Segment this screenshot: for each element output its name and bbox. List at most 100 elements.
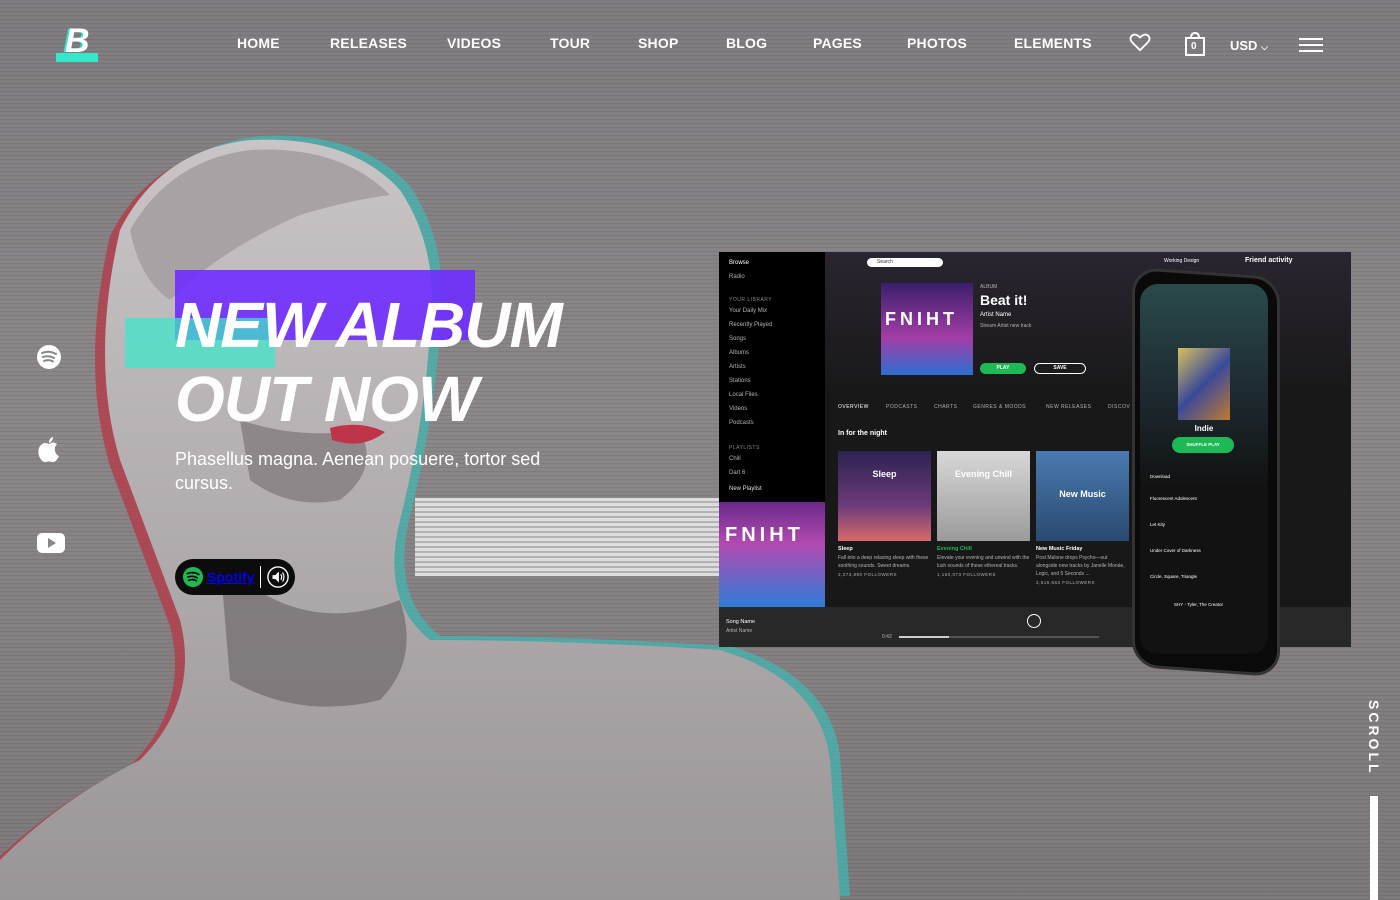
spotify-logo-icon (183, 567, 203, 587)
apple-icon[interactable] (37, 436, 61, 464)
scroll-line (1370, 796, 1378, 900)
nav-elements[interactable]: ELEMENTS (1014, 35, 1092, 51)
sidebar-item: Chill (729, 456, 741, 462)
card-image-label: Evening Chill (954, 469, 1012, 479)
sidebar-heading: PLAYLISTS (729, 445, 760, 451)
playlist-card: Sleep Sleep Fall into a deep relaxing sl… (838, 451, 931, 577)
player-progress (899, 636, 1099, 638)
sidebar-item: Stations (729, 378, 751, 384)
phone-now-playing: SHY - Tyler, The Creator (1174, 602, 1224, 607)
hero-title-line2: OUT NOW (175, 363, 478, 435)
playlist-card: Evening Chill Evening Chill Elevate your… (937, 451, 1030, 577)
album-play-button: PLAY (980, 363, 1026, 374)
sidebar-heading: YOUR LIBRARY (729, 297, 773, 303)
tab-overview: OVERVIEW (838, 404, 869, 410)
site-logo[interactable]: B (56, 22, 98, 62)
sidebar-item: Songs (729, 336, 747, 342)
card-followers: 1,160,073 FOLLOWERS (937, 572, 997, 577)
nav-tour[interactable]: TOUR (550, 35, 590, 51)
card-description: Fall into a deep relaxing sleep with the… (838, 555, 929, 569)
card-followers: 2,273,890 FOLLOWERS (838, 572, 898, 577)
sidebar-item: Artists (729, 364, 746, 370)
card-followers: 2,515,663 FOLLOWERS (1036, 580, 1096, 585)
hero-heading: NEW ALBUM OUT NOW (125, 270, 563, 436)
tab-new-releases: NEW RELEASES (1046, 404, 1092, 410)
sidebar-item: Your Daily Mix (729, 308, 768, 314)
tab-discover: DISCOV (1108, 404, 1131, 410)
album-description: Stream Artist new track (980, 323, 1032, 329)
nav-pages[interactable]: PAGES (813, 35, 862, 51)
sidebar-item: Radio (729, 274, 745, 280)
hamburger-menu-icon[interactable] (1299, 38, 1323, 52)
player-progress-fill (899, 636, 949, 638)
spotify-icon[interactable] (37, 345, 61, 369)
card-description: Post Malone drops Psycho—out alongside n… (1036, 555, 1125, 577)
youtube-icon[interactable] (37, 533, 65, 553)
app-user-name: Working Design (1164, 258, 1200, 264)
album-artist: Artist Name (980, 312, 1012, 318)
player-play-icon (1027, 614, 1041, 628)
album-art-text: FNIHT (885, 309, 958, 329)
section-title: In for the night (838, 430, 887, 437)
glitch-stripe (415, 498, 725, 576)
sidebar-item: Albums (729, 350, 750, 356)
app-sidebar: Browse Radio YOUR LIBRARY Your Daily Mix… (719, 252, 825, 607)
new-playlist-item: New Playlist (729, 486, 762, 492)
tab-genres: GENRES & MOODS (973, 404, 1027, 410)
card-image-label: Sleep (872, 469, 897, 479)
phone-track: Let Kity (1150, 522, 1166, 527)
site-header: B HOME RELEASES VIDEOS TOUR SHOP BLOG PA… (0, 0, 1400, 90)
heart-icon[interactable] (1129, 32, 1151, 52)
friend-activity-label: Friend activity (1245, 257, 1293, 264)
cover-art-text: FNIHT (725, 524, 804, 546)
spotify-button-label: Spotify (207, 569, 255, 585)
sidebar-item: Browse (729, 260, 750, 266)
card-name: New Music Friday (1036, 546, 1083, 552)
nav-videos[interactable]: VIDEOS (447, 35, 501, 51)
sidebar-item: Local Files (729, 392, 758, 398)
sidebar-item: Recently Played (729, 322, 773, 328)
cart-count: 0 (1191, 41, 1197, 52)
album-save-button: SAVE (1034, 363, 1086, 374)
card-image-label: New Music (1059, 489, 1106, 499)
sidebar-item: Podcasts (729, 420, 754, 426)
tab-charts: CHARTS (934, 404, 958, 410)
nav-home[interactable]: HOME (237, 35, 280, 52)
card-name: Sleep (838, 546, 853, 552)
phone-track: Fluorescent Adolescent (1150, 496, 1197, 501)
playlist-card: New Music New Music Friday Post Malone d… (1036, 451, 1129, 585)
hero-title-line1: NEW ALBUM (175, 289, 563, 361)
cart-button[interactable]: 0 (1185, 31, 1205, 56)
player-time: 0:42 (882, 634, 892, 640)
phone-playlist-title: Indie (1194, 424, 1214, 433)
scroll-label: SCROLL (1366, 700, 1382, 776)
hero-subtitle: Phasellus magna. Aenean posuere, tortor … (175, 449, 541, 493)
phone-track: Under Cover of Darkness (1150, 548, 1201, 553)
nav-releases[interactable]: RELEASES (330, 35, 407, 51)
nav-shop[interactable]: SHOP (638, 35, 678, 51)
speaker-icon (267, 566, 290, 588)
nav-blog[interactable]: BLOG (726, 35, 767, 51)
logo-letter: B (65, 22, 90, 60)
nav-photos[interactable]: PHOTOS (907, 35, 967, 51)
app-search-field: Search (867, 258, 943, 267)
card-name: Evening Chill (937, 546, 972, 552)
phone-mockup: Indie SHUFFLE PLAY Download Fluorescent … (1132, 266, 1280, 678)
album-title: Beat it! (980, 292, 1028, 308)
currency-selector[interactable]: USD ⌵ (1230, 38, 1268, 53)
phone-download-label: Download (1150, 474, 1171, 479)
playlist-cover-art (1178, 348, 1230, 420)
now-playing-cover: FNIHT (719, 502, 825, 607)
album-type-label: ALBUM (980, 284, 998, 290)
player-song-name: Song Name (726, 619, 756, 625)
sidebar-item: Dart 6 (729, 470, 746, 476)
phone-shuffle-button: SHUFFLE PLAY (1172, 437, 1234, 453)
chevron-down-icon: ⌵ (1261, 42, 1268, 52)
hero-title: NEW ALBUM OUT NOW (175, 288, 563, 436)
button-divider (260, 566, 262, 588)
card-description: Elevate your evening and unwind with the… (937, 555, 1030, 569)
phone-screen: Indie SHUFFLE PLAY Download Fluorescent … (1140, 284, 1268, 654)
player-artist-name: Artist Name (726, 628, 753, 634)
spotify-listen-button[interactable]: Spotify (175, 559, 295, 595)
sidebar-item: Videos (729, 406, 748, 412)
